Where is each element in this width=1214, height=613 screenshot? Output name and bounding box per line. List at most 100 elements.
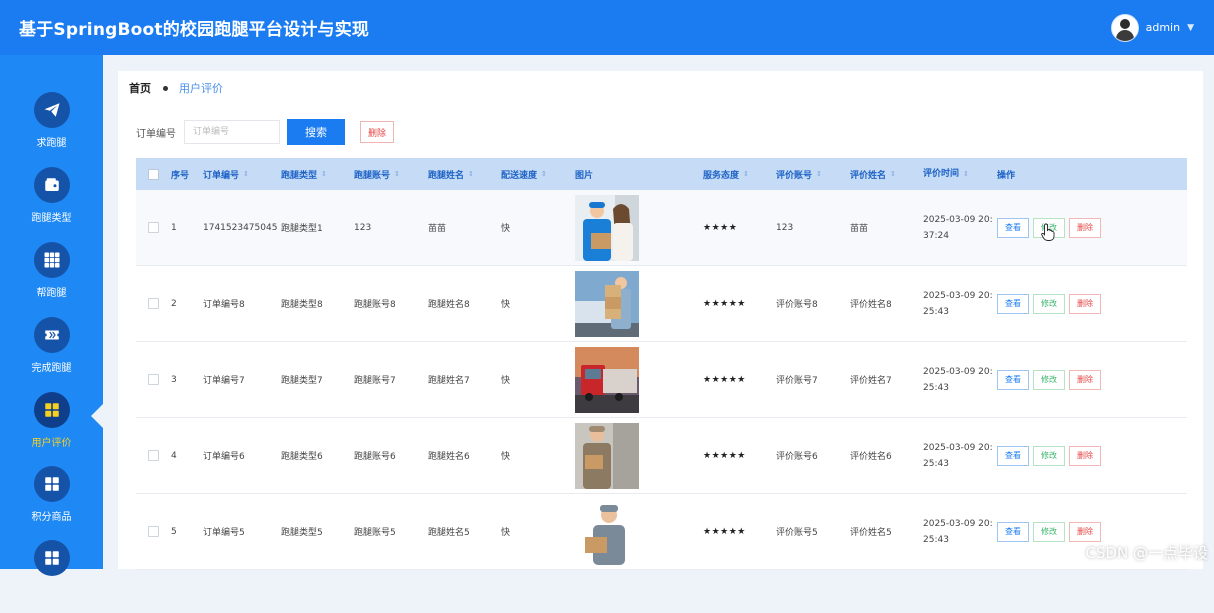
errand-account: 跑腿账号5 xyxy=(354,528,396,538)
row-checkbox[interactable] xyxy=(148,450,159,461)
search-button[interactable]: 搜索 xyxy=(287,119,345,145)
delivery-photo[interactable] xyxy=(575,194,639,261)
row-checkbox[interactable] xyxy=(148,298,159,309)
table-row: 2 订单编号8 跑腿类型8 跑腿账号8 跑腿姓名8 快 ★★★★★ 评价账号8 … xyxy=(136,266,1187,342)
sidebar-item-completed-errand[interactable]: 完成跑腿 xyxy=(0,316,103,390)
row-index: 3 xyxy=(171,374,177,385)
sort-icon: ⇕ xyxy=(890,170,896,178)
column-header[interactable]: 序号 xyxy=(171,168,203,181)
batch-delete-button[interactable]: 删除 xyxy=(360,121,394,143)
breadcrumb-home[interactable]: 首页 xyxy=(129,80,151,96)
review-time: 2025-03-09 20: 25:43 xyxy=(923,442,993,469)
column-header[interactable]: 评价姓名 ⇕ xyxy=(850,168,923,181)
sidebar-item-request-errand[interactable]: 求跑腿 xyxy=(0,91,103,165)
sort-icon: ⇕ xyxy=(243,170,249,178)
delivery-photo[interactable] xyxy=(575,270,639,337)
row-checkbox[interactable] xyxy=(148,222,159,233)
sidebar-item-label: 帮跑腿 xyxy=(36,288,67,299)
column-header[interactable]: 服务态度 ⇕ xyxy=(703,168,776,181)
search-label: 订单编号 xyxy=(136,128,176,140)
sidebar-item-points-goods[interactable]: 积分商品 xyxy=(0,465,103,539)
reviewer-account: 评价账号8 xyxy=(776,300,818,310)
sort-icon: ⇕ xyxy=(321,170,327,178)
breadcrumb-current: 用户评价 xyxy=(179,82,223,95)
top-header: 基于SpringBoot的校园跑腿平台设计与实现 admin ▼ xyxy=(0,0,1214,55)
service-rating: ★★★★ xyxy=(703,222,738,233)
sort-icon: ⇕ xyxy=(816,170,822,178)
column-header[interactable]: 评价时间 ⇕ xyxy=(923,166,997,182)
table-row: 5 订单编号5 跑腿类型5 跑腿账号5 跑腿姓名5 快 ★★★★★ 评价账号5 xyxy=(136,494,1187,570)
errand-name: 跑腿姓名5 xyxy=(428,528,470,538)
sidebar-item-errand-type[interactable]: 跑腿类型 xyxy=(0,166,103,240)
column-header[interactable]: 跑腿姓名 ⇕ xyxy=(428,168,501,181)
edit-button[interactable]: 修改 xyxy=(1033,521,1065,542)
errand-type: 跑腿类型1 xyxy=(281,224,323,234)
sidebar-item-more[interactable] xyxy=(0,539,103,613)
order-number: 订单编号5 xyxy=(203,528,245,538)
review-time: 2025-03-09 20: 25:43 xyxy=(923,366,993,393)
delete-button[interactable]: 删除 xyxy=(1069,445,1101,466)
sidebar-item-label: 用户评价 xyxy=(31,438,72,449)
watermark: CSDN @一点毕设 xyxy=(1085,544,1208,562)
column-header[interactable]: 评价账号 ⇕ xyxy=(776,168,850,181)
delete-button[interactable]: 删除 xyxy=(1069,369,1101,390)
user-menu[interactable]: admin ▼ xyxy=(1110,13,1194,42)
column-header[interactable]: 配送速度 ⇕ xyxy=(501,168,575,181)
service-rating: ★★★★★ xyxy=(703,526,746,537)
grid-icon xyxy=(33,540,70,576)
edit-button[interactable]: 修改 xyxy=(1033,369,1065,390)
errand-name: 苗苗 xyxy=(428,224,447,234)
edit-button[interactable]: 修改 xyxy=(1033,445,1065,466)
view-button[interactable]: 查看 xyxy=(997,293,1029,314)
sidebar-item-user-review[interactable]: 用户评价 xyxy=(0,391,103,465)
review-time: 2025-03-09 20: 25:43 xyxy=(923,290,993,317)
table-header: 序号 订单编号 ⇕ 跑腿类型 ⇕ 跑腿账号 ⇕ 跑腿姓名 ⇕ 配送速度 ⇕ 图片 服务态度… xyxy=(136,158,1187,190)
sidebar-item-help-errand[interactable]: 帮跑腿 xyxy=(0,241,103,315)
errand-name: 跑腿姓名6 xyxy=(428,452,470,462)
sidebar-item-label: 积分商品 xyxy=(31,512,72,523)
column-header[interactable]: 跑腿类型 ⇕ xyxy=(281,168,354,181)
delivery-photo[interactable] xyxy=(575,498,639,565)
order-number: 1741523475045 xyxy=(203,222,278,233)
view-button[interactable]: 查看 xyxy=(997,369,1029,390)
apps-icon xyxy=(33,392,70,428)
ticket-icon xyxy=(33,317,70,353)
sort-icon: ⇕ xyxy=(743,170,749,178)
delete-button[interactable]: 删除 xyxy=(1069,293,1101,314)
order-number: 订单编号8 xyxy=(203,300,245,310)
delivery-photo[interactable] xyxy=(575,422,639,489)
view-button[interactable]: 查看 xyxy=(997,445,1029,466)
order-number: 订单编号7 xyxy=(203,376,245,386)
delete-button[interactable]: 删除 xyxy=(1069,521,1101,542)
service-rating: ★★★★★ xyxy=(703,374,746,385)
row-checkbox[interactable] xyxy=(148,374,159,385)
table-row: 1 1741523475045 跑腿类型1 123 苗苗 快 ★★★★ 123 … xyxy=(136,190,1187,266)
reviewer-name: 苗苗 xyxy=(850,224,869,234)
sort-icon: ⇕ xyxy=(541,170,547,178)
main-panel: 首页 用户评价 订单编号 搜索 删除 序号 订单编号⇕ 跑腿类型⇕ 跑腿账号⇕ … xyxy=(118,71,1203,570)
delivery-photo[interactable] xyxy=(575,346,639,413)
select-all-checkbox[interactable] xyxy=(148,168,159,180)
review-table: 序号 订单编号 ⇕ 跑腿类型 ⇕ 跑腿账号 ⇕ 跑腿姓名 ⇕ 配送速度 ⇕ 图片 服务态度… xyxy=(136,158,1187,570)
sort-icon: ⇕ xyxy=(963,170,969,178)
reviewer-name: 评价姓名5 xyxy=(850,528,892,538)
row-checkbox[interactable] xyxy=(148,526,159,537)
errand-account: 跑腿账号8 xyxy=(354,300,396,310)
errand-type: 跑腿类型8 xyxy=(281,300,323,310)
app-title: 基于SpringBoot的校园跑腿平台设计与实现 xyxy=(19,20,370,40)
sidebar-item-label: 跑腿类型 xyxy=(31,213,72,224)
search-bar: 订单编号 搜索 删除 xyxy=(136,119,394,145)
view-button[interactable]: 查看 xyxy=(997,217,1029,238)
column-header[interactable]: 订单编号 ⇕ xyxy=(203,168,281,181)
row-index: 5 xyxy=(171,526,177,537)
errand-account: 跑腿账号6 xyxy=(354,452,396,462)
column-header[interactable]: 跑腿账号 ⇕ xyxy=(354,168,428,181)
hand-pointer-icon xyxy=(1041,223,1055,245)
delete-button[interactable]: 删除 xyxy=(1069,217,1101,238)
order-number-search-input[interactable] xyxy=(184,120,280,144)
edit-button[interactable]: 修改 xyxy=(1033,293,1065,314)
delivery-speed: 快 xyxy=(501,300,511,310)
errand-name: 跑腿姓名7 xyxy=(428,376,470,386)
errand-name: 跑腿姓名8 xyxy=(428,300,470,310)
view-button[interactable]: 查看 xyxy=(997,521,1029,542)
